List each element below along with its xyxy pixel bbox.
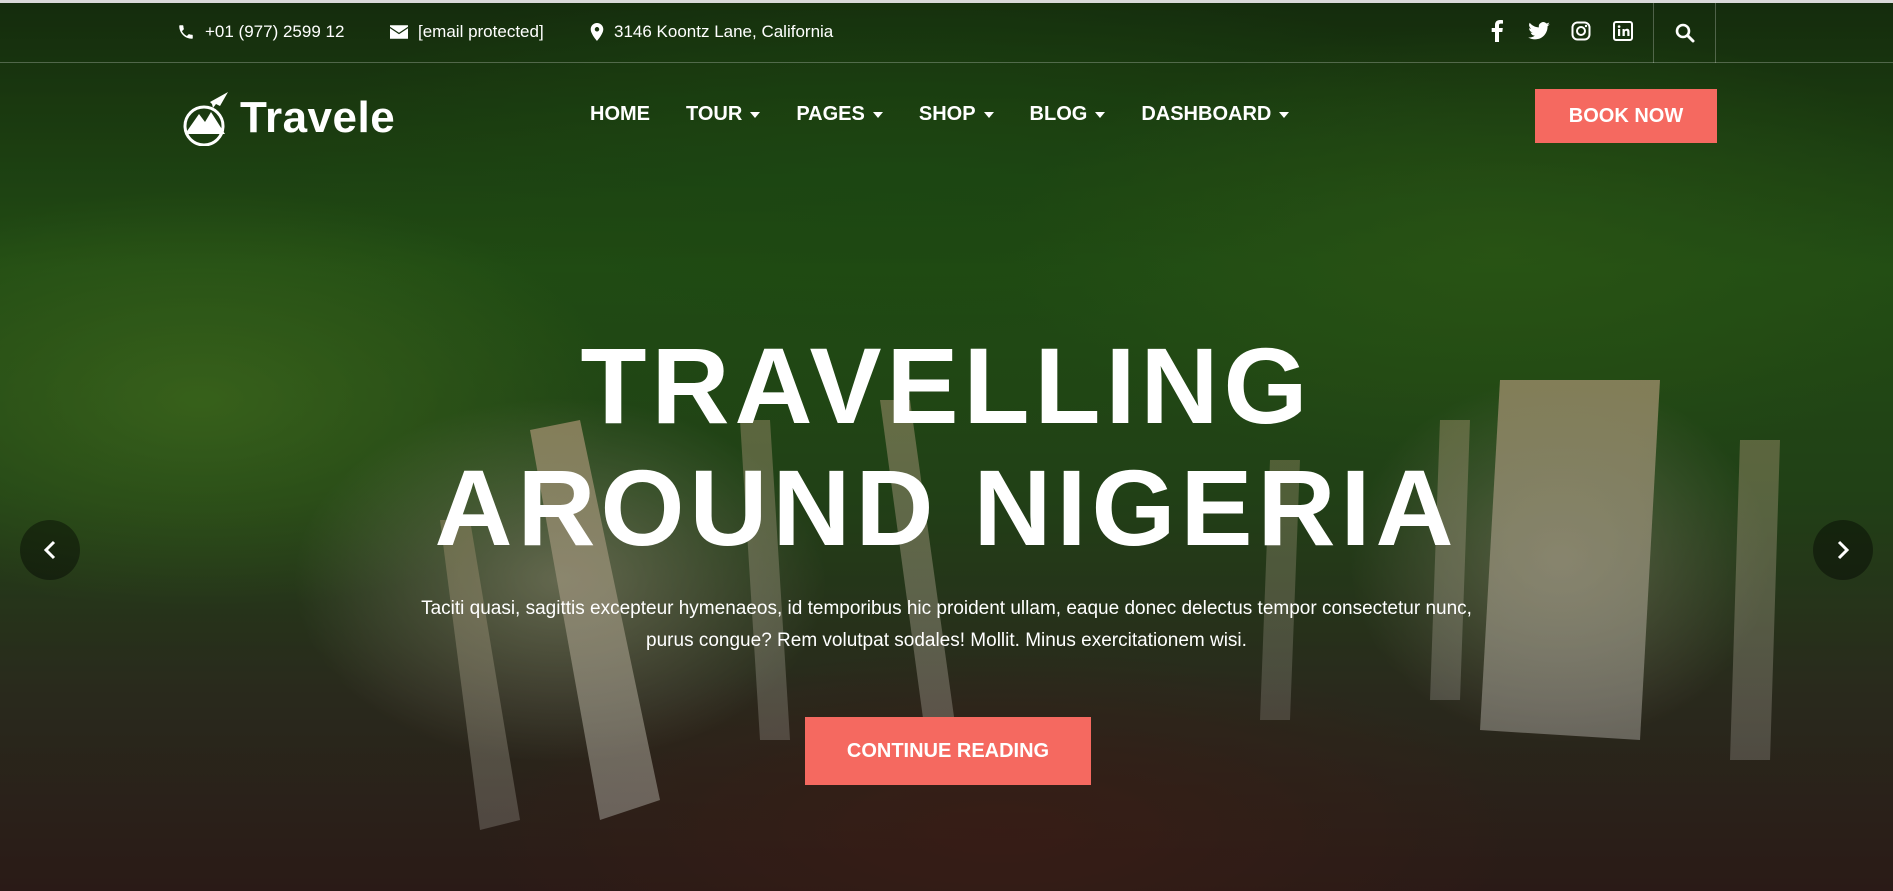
caret-down-icon [750, 111, 761, 118]
logo-text: Travele [240, 93, 396, 142]
address-text: 3146 Koontz Lane, California [614, 22, 834, 41]
twitter-icon[interactable] [1528, 19, 1550, 43]
envelope-icon [390, 25, 408, 39]
contact-address: 3146 Koontz Lane, California [590, 22, 833, 42]
chevron-right-icon [1837, 540, 1850, 560]
caret-down-icon [1279, 111, 1290, 118]
linkedin-icon[interactable] [1612, 19, 1634, 43]
email-text: [email protected] [418, 22, 544, 41]
facebook-icon[interactable] [1486, 19, 1508, 43]
nav-item-label: DASHBOARD [1141, 103, 1272, 125]
social-links [1486, 19, 1634, 43]
phone-icon [179, 25, 193, 39]
instagram-icon[interactable] [1570, 19, 1592, 43]
nav-item-label: PAGES [796, 103, 865, 125]
nav-item-label: SHOP [918, 103, 976, 125]
continue-reading-button[interactable]: CONTINUE READING [805, 717, 1091, 785]
hero-description-line-1: Taciti quasi, sagittis excepteur hymenae… [421, 598, 1472, 619]
caret-down-icon [1095, 111, 1106, 118]
nav-item-shop[interactable]: SHOP [919, 103, 994, 126]
book-now-button[interactable]: BOOK NOW [1535, 89, 1717, 143]
caret-down-icon [872, 111, 883, 118]
nav-item-label: TOUR [686, 103, 743, 125]
site-logo[interactable]: Travele [180, 90, 395, 146]
slider-next-button[interactable] [1813, 520, 1873, 580]
hero-description: Taciti quasi, sagittis excepteur hymenae… [370, 593, 1523, 657]
top-bar: +01 (977) 2599 12 [email protected] 3146… [0, 3, 1893, 63]
nav-item-tour[interactable]: TOUR [686, 103, 761, 126]
contact-phone[interactable]: +01 (977) 2599 12 [177, 22, 344, 42]
nav-item-dashboard[interactable]: DASHBOARD [1141, 103, 1290, 126]
slider-prev-button[interactable] [20, 520, 80, 580]
phone-text: +01 (977) 2599 12 [205, 22, 345, 41]
nav-item-label: HOME [590, 103, 650, 125]
nav-item-pages[interactable]: PAGES [796, 103, 883, 126]
hero-description-line-2: purus congue? Rem volutpat sodales! Moll… [646, 630, 1247, 651]
nav-item-label: BLOG [1029, 103, 1088, 125]
search-icon [1675, 23, 1694, 43]
caret-down-icon [983, 111, 994, 118]
contact-email[interactable]: [email protected] [390, 22, 544, 42]
nav-item-home[interactable]: HOME [590, 103, 650, 126]
hero-title: TRAVELLING AROUND NIGERIA [300, 325, 1593, 569]
mountain-plane-icon [183, 92, 228, 146]
chevron-left-icon [43, 540, 56, 560]
search-button[interactable] [1653, 3, 1716, 63]
hero-title-line-1: TRAVELLING [580, 325, 1313, 446]
hero-title-line-2: AROUND NIGERIA [434, 447, 1459, 568]
map-pin-icon [590, 23, 604, 41]
main-nav: HOME TOUR PAGES SHOP BLOG DASHBOARD [590, 103, 1325, 126]
nav-item-blog[interactable]: BLOG [1030, 103, 1106, 126]
